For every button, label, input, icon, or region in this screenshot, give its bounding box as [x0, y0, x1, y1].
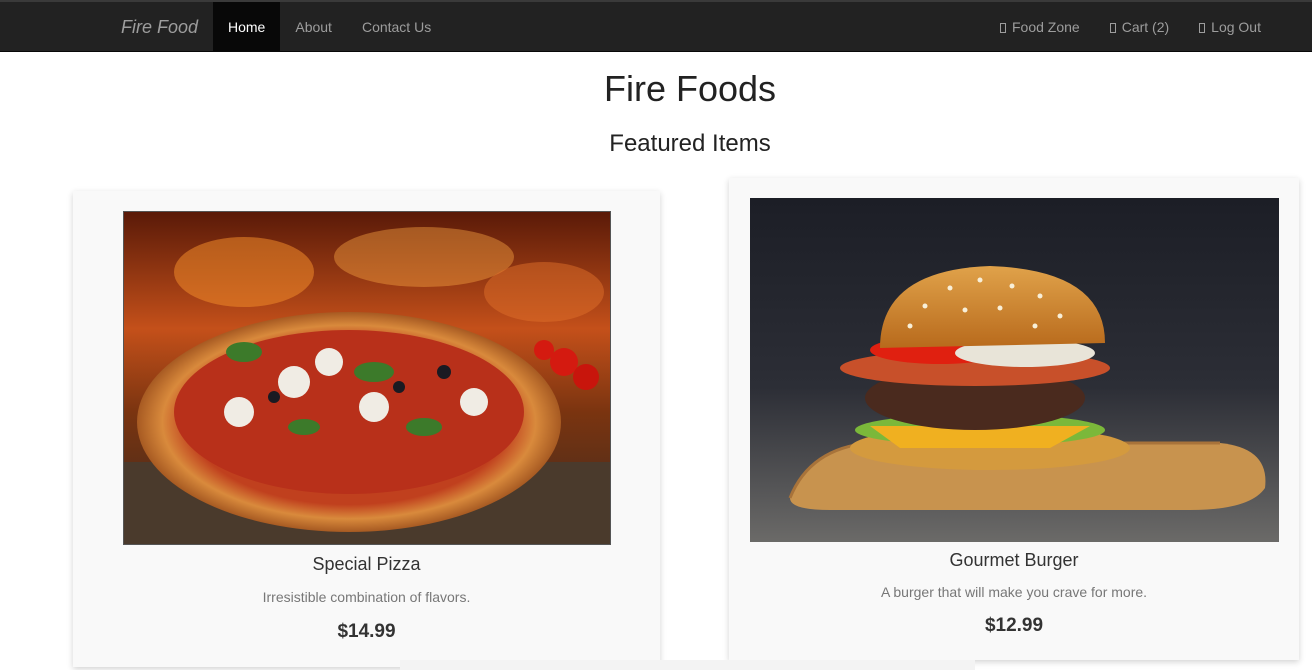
product-price: $12.99	[984, 615, 1044, 636]
page-bottom-strip	[400, 660, 975, 670]
nav-left: Home About Contact Us	[213, 2, 446, 52]
logout-icon	[1199, 23, 1206, 33]
nav-right: Food Zone Cart (2) Log Out	[985, 2, 1276, 52]
nav-about[interactable]: About	[280, 2, 347, 52]
page-title: Fire Foods	[603, 68, 777, 109]
product-card-pizza: Special Pizza Irresistible combination o…	[73, 191, 660, 667]
nav-cart[interactable]: Cart (2)	[1095, 2, 1184, 52]
pizza-image	[123, 211, 611, 545]
brand-link[interactable]: Fire Food	[121, 2, 198, 52]
nav-contact-us[interactable]: Contact Us	[347, 2, 446, 52]
product-description: A burger that will make you crave for mo…	[880, 584, 1148, 600]
product-name: Gourmet Burger	[949, 550, 1079, 570]
nav-cart-label: Cart (2)	[1121, 19, 1170, 35]
nav-log-out-label: Log Out	[1211, 19, 1261, 35]
product-card-burger: Gourmet Burger A burger that will make y…	[729, 178, 1299, 660]
cart-icon	[1109, 23, 1116, 33]
nav-log-out[interactable]: Log Out	[1184, 2, 1276, 52]
navbar: Fire Food Home About Contact Us Food Zon…	[0, 0, 1312, 52]
nav-food-zone-label: Food Zone	[1012, 19, 1080, 35]
burger-image	[750, 198, 1279, 542]
product-name: Special Pizza	[312, 554, 421, 574]
product-description: Irresistible combination of flavors.	[262, 589, 471, 605]
product-price: $14.99	[337, 621, 396, 642]
nav-home[interactable]: Home	[213, 2, 281, 52]
nav-food-zone[interactable]: Food Zone	[985, 2, 1095, 52]
section-title: Featured Items	[609, 130, 771, 157]
food-icon	[1000, 23, 1006, 33]
